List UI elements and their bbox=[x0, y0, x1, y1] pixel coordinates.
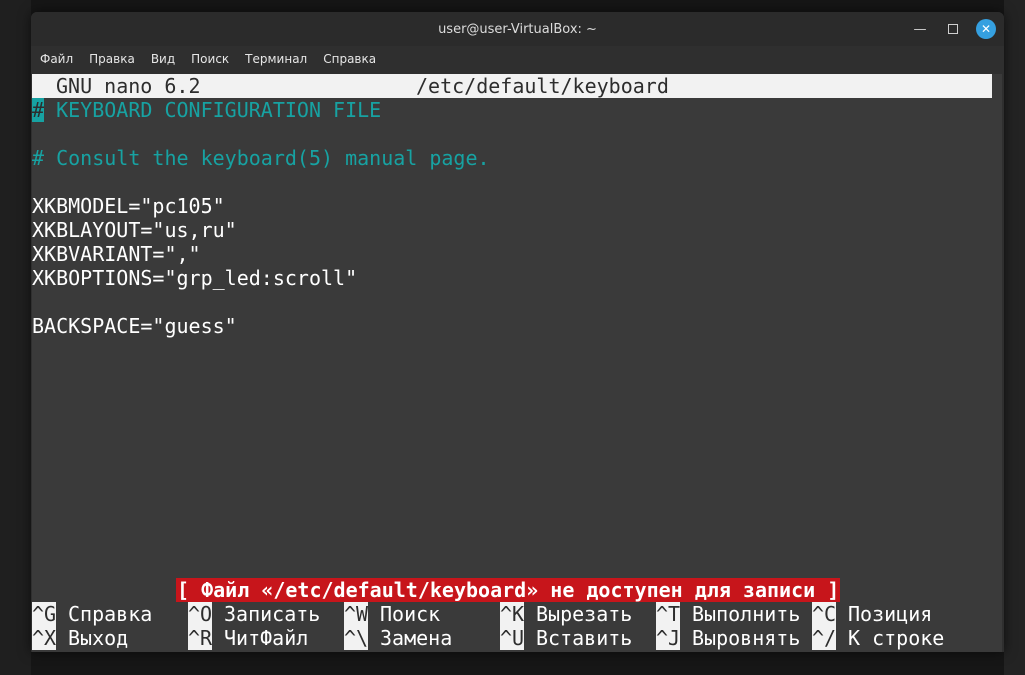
shortcut-label: Поиск bbox=[380, 602, 441, 626]
text-cursor: # bbox=[32, 98, 45, 122]
nano-version: GNU nano 6.2 bbox=[56, 74, 201, 98]
shortcut-label: Замена bbox=[380, 626, 453, 650]
nano-header: GNU nano 6.2 /etc/default/keyboard bbox=[32, 74, 992, 98]
menu-bar: Файл Правка Вид Поиск Терминал Справка bbox=[31, 46, 1004, 72]
terminal-window: user@user-VirtualBox: ~ — ✕ Файл Правка … bbox=[31, 12, 1004, 652]
editor-line: BACKSPACE="guess" bbox=[32, 314, 237, 338]
shortcut-key: ^K bbox=[500, 602, 525, 626]
editor-line: XKBVARIANT="," bbox=[32, 242, 201, 266]
shortcut-key: ^J bbox=[656, 626, 681, 650]
menu-edit[interactable]: Правка bbox=[89, 52, 135, 66]
shortcut-key: ^X bbox=[32, 626, 57, 650]
shortcut-label: Вырезать bbox=[536, 602, 633, 626]
shortcut-key: ^T bbox=[656, 602, 681, 626]
menu-file[interactable]: Файл bbox=[40, 52, 73, 66]
close-icon[interactable]: ✕ bbox=[976, 19, 996, 39]
window-title: user@user-VirtualBox: ~ bbox=[438, 21, 597, 37]
shortcut-label: К строке bbox=[848, 626, 945, 650]
shortcut-key: ^\ bbox=[344, 626, 369, 650]
shortcut-label: Выполнить bbox=[692, 602, 801, 626]
shortcut-key: ^/ bbox=[812, 626, 837, 650]
shortcut-key: ^W bbox=[344, 602, 369, 626]
menu-help[interactable]: Справка bbox=[323, 52, 376, 66]
editor-line: XKBOPTIONS="grp_led:scroll" bbox=[32, 266, 358, 290]
window-controls: — ✕ bbox=[910, 19, 996, 39]
shortcut-label: Вставить bbox=[536, 626, 633, 650]
menu-search[interactable]: Поиск bbox=[191, 52, 229, 66]
shortcut-key: ^R bbox=[188, 626, 213, 650]
title-bar[interactable]: user@user-VirtualBox: ~ — ✕ bbox=[31, 12, 1004, 46]
shortcut-label: ЧитФайл bbox=[224, 626, 309, 650]
terminal-area[interactable]: GNU nano 6.2 /etc/default/keyboard # KEY… bbox=[32, 74, 1002, 652]
editor-line: # KEYBOARD CONFIGURATION FILE bbox=[32, 98, 381, 122]
shortcut-label: Выровнять bbox=[692, 626, 801, 650]
shortcut-label: Позиция bbox=[848, 602, 933, 626]
editor-line: # Consult the keyboard(5) manual page. bbox=[32, 146, 490, 170]
maximize-icon[interactable] bbox=[943, 19, 963, 39]
editor-line-text: KEYBOARD CONFIGURATION FILE bbox=[44, 98, 382, 122]
shortcut-label: Записать bbox=[224, 602, 321, 626]
editor-line: XKBMODEL="pc105" bbox=[32, 194, 225, 218]
shortcut-label: Справка bbox=[68, 602, 153, 626]
desktop-background-right bbox=[1004, 0, 1025, 675]
shortcut-key: ^G bbox=[32, 602, 57, 626]
shortcut-key: ^O bbox=[188, 602, 213, 626]
status-message: [ Файл «/etc/default/keyboard» не доступ… bbox=[176, 578, 841, 602]
menu-terminal[interactable]: Терминал bbox=[245, 52, 307, 66]
shortcut-label: Выход bbox=[68, 626, 129, 650]
minimize-icon[interactable]: — bbox=[910, 19, 930, 39]
editor-line: XKBLAYOUT="us,ru" bbox=[32, 218, 237, 242]
menu-view[interactable]: Вид bbox=[151, 52, 175, 66]
desktop-background bbox=[0, 0, 31, 675]
nano-filename: /etc/default/keyboard bbox=[416, 74, 669, 98]
shortcut-key: ^C bbox=[812, 602, 837, 626]
shortcut-key: ^U bbox=[500, 626, 525, 650]
